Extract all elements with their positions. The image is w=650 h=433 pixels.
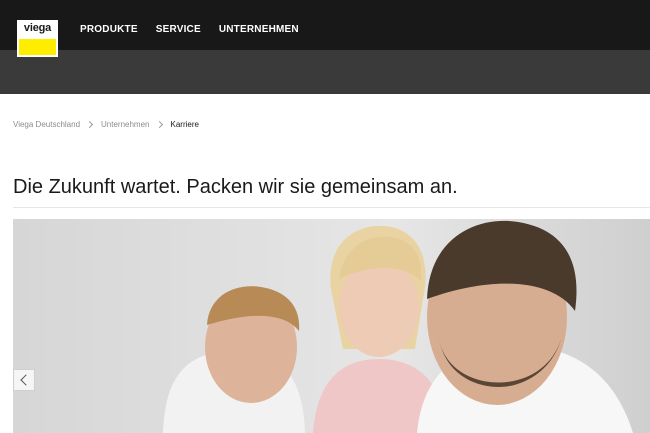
- carousel-prev-button[interactable]: [13, 369, 35, 391]
- logo-text: viega: [23, 22, 52, 34]
- breadcrumb-item-viega-deutschland[interactable]: Viega Deutschland: [13, 120, 80, 129]
- breadcrumb-item-unternehmen[interactable]: Unternehmen: [101, 120, 149, 129]
- nav-item-produkte[interactable]: PRODUKTE: [80, 24, 138, 35]
- breadcrumb-item-karriere: Karriere: [170, 120, 199, 129]
- hero-image: [13, 219, 650, 433]
- chevron-right-icon: [155, 120, 163, 129]
- breadcrumb: Viega Deutschland Unternehmen Karriere: [13, 120, 199, 129]
- chevron-left-icon: [20, 374, 32, 386]
- nav-item-service[interactable]: SERVICE: [156, 24, 201, 35]
- viega-logo[interactable]: viega: [17, 20, 58, 57]
- chevron-right-icon: [85, 120, 94, 129]
- page-title: Die Zukunft wartet. Packen wir sie gemei…: [13, 176, 458, 198]
- nav-item-unternehmen[interactable]: UNTERNEHMEN: [219, 24, 299, 35]
- hero-photo-illustration: [13, 219, 650, 433]
- secondary-header-bar: [0, 50, 650, 94]
- main-nav: PRODUKTE SERVICE UNTERNEHMEN: [80, 24, 317, 35]
- title-divider: [13, 207, 650, 208]
- logo-yellow-block: [19, 39, 56, 55]
